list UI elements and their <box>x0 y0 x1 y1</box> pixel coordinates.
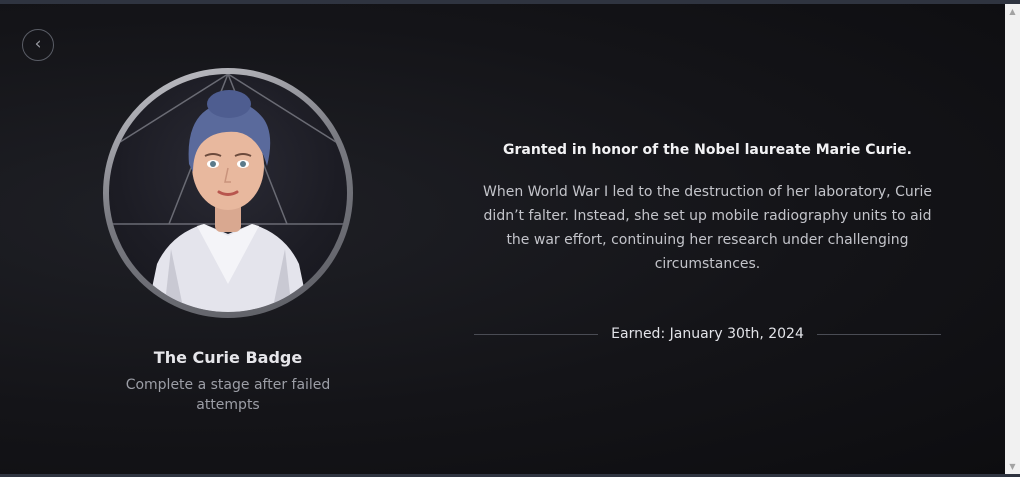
divider-left <box>474 334 598 335</box>
back-button[interactable]: ‹ <box>22 29 54 61</box>
vertical-scrollbar[interactable]: ▲ ▼ <box>1005 4 1020 474</box>
badge-requirement: Complete a stage after failed attempts <box>125 377 331 413</box>
divider-right <box>817 334 941 335</box>
earned-date: Earned: January 30th, 2024 <box>611 326 804 342</box>
badge-detail-panel: ‹ The Curie Badge Complete a stage after… <box>0 4 1005 474</box>
marie-curie-avatar-icon <box>109 74 347 312</box>
badge-medallion <box>103 68 353 318</box>
badge-portrait <box>109 74 347 312</box>
badge-story: When World War I led to the destruction … <box>483 184 932 272</box>
earned-date-row: Earned: January 30th, 2024 <box>474 324 941 344</box>
honor-heading: Granted in honor of the Nobel laureate M… <box>503 142 912 158</box>
browser-frame: ‹ The Curie Badge Complete a stage after… <box>0 0 1020 477</box>
badge-title: The Curie Badge <box>153 348 303 367</box>
scroll-down-icon[interactable]: ▼ <box>1005 459 1020 474</box>
chevron-left-icon: ‹ <box>34 34 42 54</box>
scroll-up-icon[interactable]: ▲ <box>1005 4 1020 19</box>
